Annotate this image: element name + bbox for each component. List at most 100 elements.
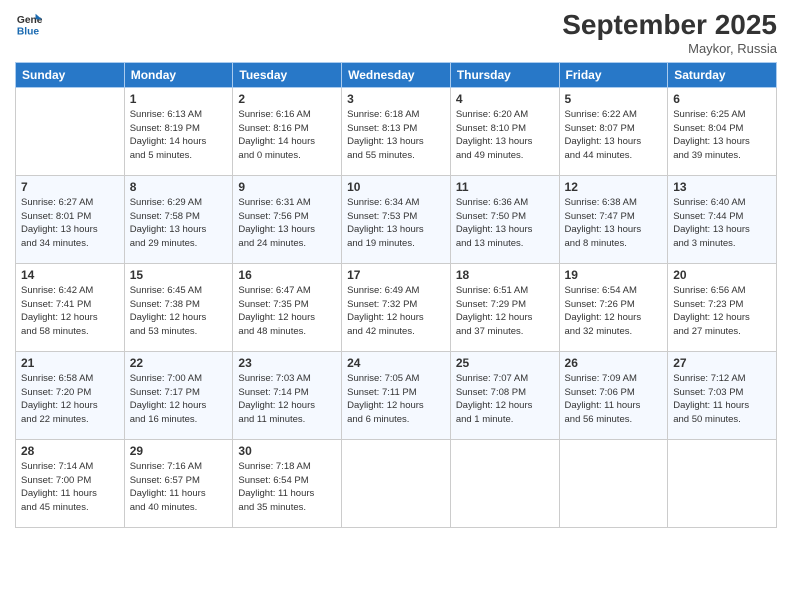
day-cell	[450, 439, 559, 527]
day-cell: 11 Sunrise: 6:36 AMSunset: 7:50 PMDayligh…	[450, 175, 559, 263]
header-row: SundayMondayTuesdayWednesdayThursdayFrid…	[16, 62, 777, 87]
day-number: 5	[565, 92, 663, 106]
header-cell-saturday: Saturday	[668, 62, 777, 87]
day-number: 20	[673, 268, 771, 282]
day-number: 1	[130, 92, 228, 106]
day-cell	[559, 439, 668, 527]
week-row-4: 21 Sunrise: 6:58 AMSunset: 7:20 PMDayligh…	[16, 351, 777, 439]
page: General Blue September 2025 Maykor, Russ…	[0, 0, 792, 612]
title-block: September 2025 Maykor, Russia	[562, 10, 777, 56]
day-number: 28	[21, 444, 119, 458]
day-number: 22	[130, 356, 228, 370]
header-cell-wednesday: Wednesday	[342, 62, 451, 87]
day-number: 8	[130, 180, 228, 194]
week-row-2: 7Sunrise: 6:27 AMSunset: 8:01 PMDaylight…	[16, 175, 777, 263]
svg-text:Blue: Blue	[17, 26, 40, 37]
calendar-table: SundayMondayTuesdayWednesdayThursdayFrid…	[15, 62, 777, 528]
day-info: Sunrise: 6:54 AMSunset: 7:26 PMDaylight:…	[565, 284, 663, 339]
day-cell: 30 Sunrise: 7:18 AMSunset: 6:54 PMDayligh…	[233, 439, 342, 527]
day-info: Sunrise: 7:00 AMSunset: 7:17 PMDaylight:…	[130, 372, 228, 427]
day-cell	[668, 439, 777, 527]
logo: General Blue	[15, 10, 43, 38]
day-info: Sunrise: 6:34 AMSunset: 7:53 PMDaylight:…	[347, 196, 445, 251]
day-number: 21	[21, 356, 119, 370]
day-info: Sunrise: 6:13 AMSunset: 8:19 PMDaylight:…	[130, 108, 228, 163]
day-number: 7	[21, 180, 119, 194]
day-cell	[16, 87, 125, 175]
day-cell: 16Sunrise: 6:47 AMSunset: 7:35 PMDayligh…	[233, 263, 342, 351]
day-cell: 8 Sunrise: 6:29 AMSunset: 7:58 PMDaylight…	[124, 175, 233, 263]
week-row-3: 14 Sunrise: 6:42 AMSunset: 7:41 PMDayligh…	[16, 263, 777, 351]
day-cell: 13 Sunrise: 6:40 AMSunset: 7:44 PMDayligh…	[668, 175, 777, 263]
day-info: Sunrise: 7:18 AMSunset: 6:54 PMDaylight:…	[238, 460, 336, 515]
week-row-5: 28 Sunrise: 7:14 AMSunset: 7:00 PMDayligh…	[16, 439, 777, 527]
location-subtitle: Maykor, Russia	[562, 41, 777, 56]
day-cell: 10 Sunrise: 6:34 AMSunset: 7:53 PMDayligh…	[342, 175, 451, 263]
day-cell: 3 Sunrise: 6:18 AMSunset: 8:13 PMDaylight…	[342, 87, 451, 175]
day-info: Sunrise: 7:07 AMSunset: 7:08 PMDaylight:…	[456, 372, 554, 427]
day-number: 29	[130, 444, 228, 458]
day-number: 23	[238, 356, 336, 370]
day-number: 25	[456, 356, 554, 370]
day-number: 12	[565, 180, 663, 194]
day-number: 26	[565, 356, 663, 370]
day-info: Sunrise: 6:16 AMSunset: 8:16 PMDaylight:…	[238, 108, 336, 163]
day-info: Sunrise: 7:03 AMSunset: 7:14 PMDaylight:…	[238, 372, 336, 427]
day-number: 24	[347, 356, 445, 370]
day-info: Sunrise: 6:51 AMSunset: 7:29 PMDaylight:…	[456, 284, 554, 339]
day-info: Sunrise: 7:09 AMSunset: 7:06 PMDaylight:…	[565, 372, 663, 427]
day-info: Sunrise: 6:25 AMSunset: 8:04 PMDaylight:…	[673, 108, 771, 163]
day-cell: 9Sunrise: 6:31 AMSunset: 7:56 PMDaylight…	[233, 175, 342, 263]
day-cell: 14 Sunrise: 6:42 AMSunset: 7:41 PMDayligh…	[16, 263, 125, 351]
day-number: 10	[347, 180, 445, 194]
day-number: 11	[456, 180, 554, 194]
day-cell: 29 Sunrise: 7:16 AMSunset: 6:57 PMDayligh…	[124, 439, 233, 527]
day-cell: 23 Sunrise: 7:03 AMSunset: 7:14 PMDayligh…	[233, 351, 342, 439]
day-info: Sunrise: 7:16 AMSunset: 6:57 PMDaylight:…	[130, 460, 228, 515]
logo-icon: General Blue	[15, 10, 43, 38]
day-info: Sunrise: 7:05 AMSunset: 7:11 PMDaylight:…	[347, 372, 445, 427]
day-number: 14	[21, 268, 119, 282]
day-cell: 17 Sunrise: 6:49 AMSunset: 7:32 PMDayligh…	[342, 263, 451, 351]
day-cell: 19 Sunrise: 6:54 AMSunset: 7:26 PMDayligh…	[559, 263, 668, 351]
day-number: 19	[565, 268, 663, 282]
day-cell: 28 Sunrise: 7:14 AMSunset: 7:00 PMDayligh…	[16, 439, 125, 527]
svg-text:General: General	[17, 15, 43, 26]
day-cell: 25 Sunrise: 7:07 AMSunset: 7:08 PMDayligh…	[450, 351, 559, 439]
header-cell-friday: Friday	[559, 62, 668, 87]
day-info: Sunrise: 6:45 AMSunset: 7:38 PMDaylight:…	[130, 284, 228, 339]
day-cell: 20 Sunrise: 6:56 AMSunset: 7:23 PMDayligh…	[668, 263, 777, 351]
day-number: 30	[238, 444, 336, 458]
day-info: Sunrise: 6:56 AMSunset: 7:23 PMDaylight:…	[673, 284, 771, 339]
day-info: Sunrise: 6:58 AMSunset: 7:20 PMDaylight:…	[21, 372, 119, 427]
day-info: Sunrise: 7:14 AMSunset: 7:00 PMDaylight:…	[21, 460, 119, 515]
day-info: Sunrise: 6:22 AMSunset: 8:07 PMDaylight:…	[565, 108, 663, 163]
day-info: Sunrise: 7:12 AMSunset: 7:03 PMDaylight:…	[673, 372, 771, 427]
day-number: 15	[130, 268, 228, 282]
day-info: Sunrise: 6:29 AMSunset: 7:58 PMDaylight:…	[130, 196, 228, 251]
day-number: 6	[673, 92, 771, 106]
day-info: Sunrise: 6:42 AMSunset: 7:41 PMDaylight:…	[21, 284, 119, 339]
day-cell: 7Sunrise: 6:27 AMSunset: 8:01 PMDaylight…	[16, 175, 125, 263]
day-info: Sunrise: 6:18 AMSunset: 8:13 PMDaylight:…	[347, 108, 445, 163]
day-number: 3	[347, 92, 445, 106]
day-info: Sunrise: 6:47 AMSunset: 7:35 PMDaylight:…	[238, 284, 336, 339]
day-info: Sunrise: 6:49 AMSunset: 7:32 PMDaylight:…	[347, 284, 445, 339]
day-number: 13	[673, 180, 771, 194]
day-info: Sunrise: 6:36 AMSunset: 7:50 PMDaylight:…	[456, 196, 554, 251]
day-info: Sunrise: 6:40 AMSunset: 7:44 PMDaylight:…	[673, 196, 771, 251]
header-cell-thursday: Thursday	[450, 62, 559, 87]
day-number: 17	[347, 268, 445, 282]
day-cell: 26 Sunrise: 7:09 AMSunset: 7:06 PMDayligh…	[559, 351, 668, 439]
day-cell: 18Sunrise: 6:51 AMSunset: 7:29 PMDayligh…	[450, 263, 559, 351]
day-number: 27	[673, 356, 771, 370]
day-cell: 2Sunrise: 6:16 AMSunset: 8:16 PMDaylight…	[233, 87, 342, 175]
day-info: Sunrise: 6:31 AMSunset: 7:56 PMDaylight:…	[238, 196, 336, 251]
day-cell: 6 Sunrise: 6:25 AMSunset: 8:04 PMDaylight…	[668, 87, 777, 175]
month-title: September 2025	[562, 10, 777, 41]
day-cell: 1 Sunrise: 6:13 AMSunset: 8:19 PMDaylight…	[124, 87, 233, 175]
day-cell: 21 Sunrise: 6:58 AMSunset: 7:20 PMDayligh…	[16, 351, 125, 439]
header-cell-monday: Monday	[124, 62, 233, 87]
day-cell: 5 Sunrise: 6:22 AMSunset: 8:07 PMDaylight…	[559, 87, 668, 175]
header-cell-tuesday: Tuesday	[233, 62, 342, 87]
